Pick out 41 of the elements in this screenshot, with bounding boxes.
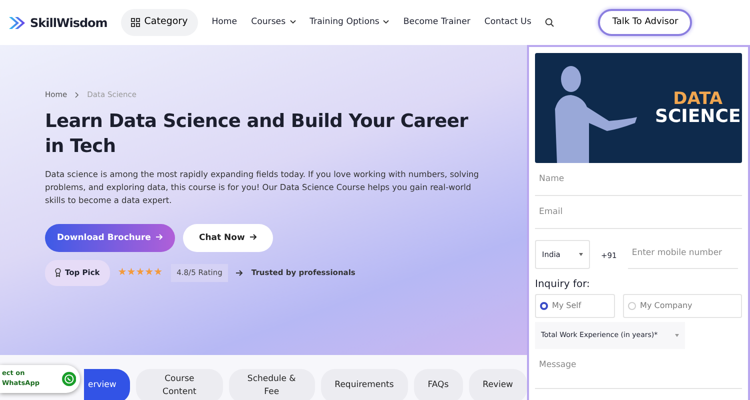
caret-icon [675,334,679,337]
brand-name[interactable]: SkillWisdom [30,14,108,32]
star-icon: ★ [136,265,145,280]
whatsapp-icon [62,370,76,387]
section-tab[interactable]: Course Content [136,369,223,400]
star-icon: ★ [118,265,127,280]
chevron-down-icon [383,20,390,24]
nav-link[interactable]: Home [212,16,238,29]
nav-link[interactable]: Training Options [310,16,390,29]
star-icon: ★ [154,265,163,280]
caret-icon [579,253,583,256]
section-tab[interactable]: Review [468,369,527,400]
banner-title: SCIENCE [655,108,741,126]
arrow-right-icon [156,234,163,240]
nav-link[interactable]: Become Trainer [403,16,470,29]
chevron-right-icon [75,92,80,98]
inquiry-label: Inquiry for: [535,278,591,292]
page-title: Learn Data Science and Build Your Career in Tech [45,110,470,160]
star-icon: ★ [126,265,136,280]
arrow-right-icon [250,234,257,240]
arrow-right-icon [236,270,244,276]
search-icon[interactable] [545,18,554,27]
category-button[interactable]: Category [121,9,198,36]
section-tab[interactable]: Schedule & Fee [228,369,315,400]
award-icon [55,268,61,278]
nav-link[interactable]: Courses [251,16,296,29]
section-tab[interactable]: FAQs [414,369,463,400]
section-tab[interactable]: erview [84,369,130,400]
talk-to-advisor-button[interactable]: Talk To Advisor [598,8,692,36]
nav-link[interactable]: Contact Us [484,16,532,29]
chat-now-button[interactable]: Chat Now [182,224,273,252]
radio-option[interactable]: My Self [535,294,616,318]
star-icon: ★ [144,265,154,280]
radio-option[interactable]: My Company [623,294,742,318]
download-brochure-button[interactable]: Download Brochure [45,224,175,252]
chevron-down-icon [290,20,296,24]
grid-icon [131,18,140,27]
course-description: Data science is among the most rapidly expanding fields today. If you love working with numbers, solving problems, and exploring data, this course is for you! Our Data Science Course helps you gain real-world skills to become a data expert. [45,168,480,208]
banner-title: DATA [673,90,723,108]
section-tab[interactable]: Requirements [320,369,408,400]
radio-button[interactable] [540,302,548,310]
